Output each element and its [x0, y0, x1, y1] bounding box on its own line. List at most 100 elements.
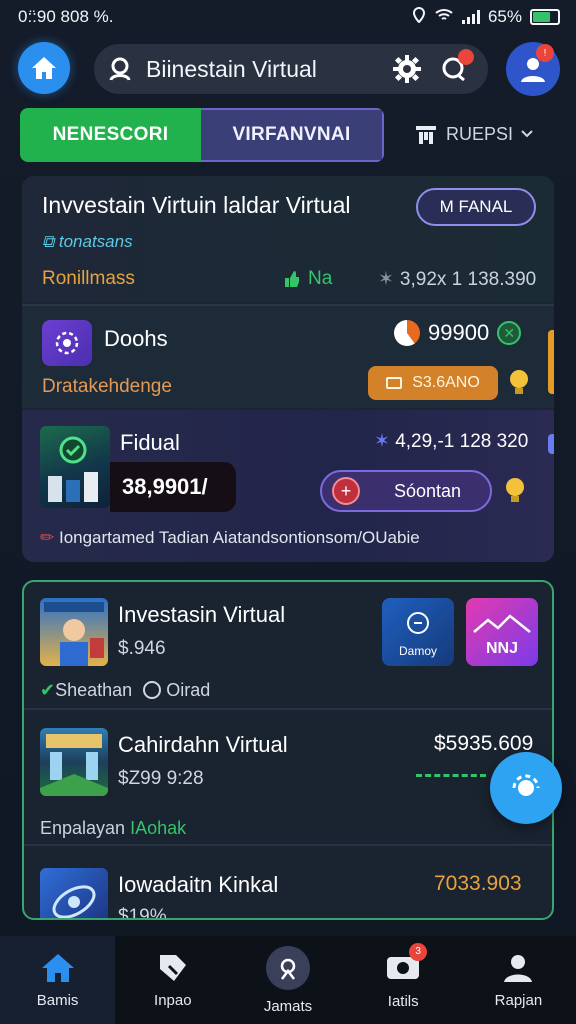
search-text: Biinestain Virtual	[146, 55, 317, 82]
item-meta-a: Enpalayan	[40, 818, 126, 838]
item-thumbnail	[40, 598, 108, 666]
battery-icon	[530, 9, 560, 25]
search-icon	[109, 57, 131, 81]
home-button[interactable]	[18, 42, 70, 94]
row-mid-value: Na	[308, 268, 333, 289]
soontan-button[interactable]: + Sóontan	[320, 470, 492, 512]
compass-icon	[266, 945, 310, 990]
close-circle-icon[interactable]: ✕	[497, 321, 522, 345]
nav-label: Bamis	[36, 991, 79, 1009]
nav-label: Jamats	[263, 997, 313, 1015]
summary-header-section: Invvestain Virtuin laldar Virtual M FANA…	[22, 176, 554, 302]
soontan-label: Sóontan	[394, 480, 462, 501]
home-icon	[41, 953, 74, 982]
filter-label: RUEPSI	[446, 123, 514, 144]
list-item[interactable]: Investasin Virtual $.946 ✔Sheathan Oirad…	[24, 582, 552, 710]
findual-name: Fidual	[120, 430, 180, 455]
chat-badge	[458, 49, 474, 65]
nav-label: Iatils	[387, 992, 419, 1010]
tag-icon	[159, 954, 186, 981]
battery-percent: 65%	[487, 7, 522, 26]
nnj-app-label: NNJ	[485, 640, 518, 657]
findual-price: 38,9901/	[110, 462, 236, 512]
card-note: ✏ Iongartamed Tadian Aiatandsontionsom/O…	[40, 528, 420, 548]
item-meta-a: Sheathan	[55, 680, 133, 700]
damoy-app-icon[interactable]: Damoy	[382, 598, 454, 666]
item-name: Investasin Virtual	[118, 602, 286, 627]
doohs-pill-button[interactable]: S3.6ANO	[368, 366, 498, 400]
support-icon	[512, 774, 540, 796]
status-bar: 0:̈:90 808 %. 65%	[0, 0, 576, 34]
doohs-name: Doohs	[104, 326, 168, 351]
person-icon	[504, 954, 533, 982]
star-icon: ✶	[374, 431, 396, 452]
row-right-value: 3,92x 1 138.390	[399, 268, 537, 290]
item-thumbnail	[40, 728, 108, 796]
item-name: Cahirdahn Virtual	[118, 732, 288, 757]
doohs-score-value: 99900	[428, 320, 490, 345]
investment-summary-card: Invvestain Virtuin laldar Virtual M FANA…	[22, 176, 554, 562]
star-icon: ✶	[378, 269, 394, 290]
nav-item-bamis[interactable]: Bamis	[0, 936, 116, 1024]
nav-item-jamats[interactable]: Jamats	[230, 936, 345, 1024]
doohs-logo-icon	[42, 320, 92, 366]
profile-button[interactable]: !	[506, 42, 560, 96]
item-meta: ✔Sheathan Oirad	[40, 680, 210, 701]
wallet-icon	[386, 377, 403, 389]
item-subtitle: $.946	[118, 638, 166, 659]
tag-icon: ⧉	[42, 232, 59, 251]
signal-icon	[461, 10, 480, 24]
settings-gear-button[interactable]	[390, 52, 424, 86]
search-bar[interactable]: Biinestain Virtual	[94, 44, 488, 94]
gear-icon	[393, 55, 421, 83]
item-thumbnail	[40, 868, 108, 918]
clock-icon	[143, 681, 162, 699]
item-name: Iowadaitn Kinkal	[118, 872, 279, 897]
bottom-navigation: Bamis Inpao Jamats 3 Iatils Rapjan	[0, 936, 576, 1024]
nav-item-inpao[interactable]: Inpao	[115, 936, 230, 1024]
item-price: 7033.903	[434, 872, 522, 895]
nav-item-rapjan[interactable]: Rapjan	[461, 936, 576, 1024]
chat-button[interactable]	[434, 49, 474, 89]
item-meta-b: Oirad	[166, 680, 211, 700]
pie-coin-icon	[394, 320, 420, 346]
list-item[interactable]: Cahirdahn Virtual $Z99 9:28 $5935.609 En…	[24, 710, 552, 846]
findual-score: 4,29,-1 128 320	[395, 431, 529, 452]
doohs-section[interactable]: Doohs 99900 ✕ Dratakehdenge S3.6ANO	[22, 304, 554, 408]
row-right-stat: ✶ 3,92x 1 138.390	[378, 268, 536, 291]
manual-button[interactable]: M FANAL	[416, 188, 536, 226]
findual-section[interactable]: Fidual 38,9901/ ✶ 4,29,-1 128 320 + Sóon…	[22, 410, 554, 562]
filter-icon	[416, 126, 436, 144]
list-item[interactable]: Iowadaitn Kinkal $19% 7033.903	[24, 846, 552, 920]
doohs-score: 99900 ✕	[394, 320, 522, 346]
check-icon: ✔	[40, 680, 56, 700]
side-tab-orange	[548, 330, 554, 394]
nav-item-iatils[interactable]: 3 Iatils	[346, 936, 461, 1024]
tab-bar: NENESCORI VIRFANVNAI	[20, 108, 384, 162]
profile-badge: !	[536, 44, 554, 62]
tab-nenescori[interactable]: NENESCORI	[20, 108, 201, 162]
item-meta-b: IAohak	[130, 818, 187, 838]
card-note-text: Iongartamed Tadian Aiatandsontionsom/OUa…	[58, 528, 420, 547]
doohs-pill-label: S3.6ANO	[412, 374, 480, 391]
app-screen: 0:̈:90 808 %. 65% Biinestain Virtual ! N…	[0, 0, 576, 1024]
card-tag: ⧉ tonatsans	[42, 232, 133, 252]
item-meta: Enpalayan IAohak	[40, 818, 186, 839]
notification-badge: 3	[409, 942, 428, 961]
item-subtitle: $19%	[118, 906, 167, 920]
findual-score-row: ✶ 4,29,-1 128 320	[374, 430, 528, 453]
tab-virfanvnai[interactable]: VIRFANVNAI	[201, 108, 384, 162]
floating-action-button[interactable]	[490, 752, 562, 824]
findual-thumbnail	[40, 426, 110, 508]
plus-circle-icon: +	[332, 477, 360, 505]
lightbulb-icon	[506, 478, 524, 502]
trend-line-icon	[416, 774, 486, 780]
nav-label: Rapjan	[494, 991, 543, 1009]
home-icon	[32, 57, 56, 79]
damoy-app-label: Damoy	[398, 644, 437, 658]
wifi-icon	[434, 7, 454, 28]
nnj-app-icon[interactable]: NNJ	[466, 598, 538, 666]
pencil-icon: ✏	[40, 528, 59, 547]
filter-dropdown[interactable]: RUEPSI	[414, 122, 533, 146]
doohs-subtitle: Dratakehdenge	[42, 376, 172, 397]
